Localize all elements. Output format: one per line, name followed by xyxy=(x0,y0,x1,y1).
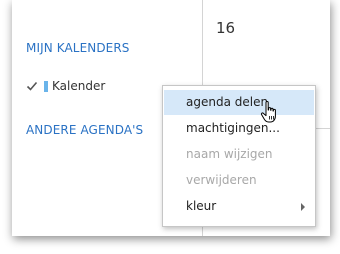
calendar-context-menu: agenda delen machtigingen... naam wijzig… xyxy=(162,85,316,227)
submenu-arrow-icon xyxy=(301,203,305,211)
calendar-color-swatch xyxy=(44,81,48,92)
screenshot-stage: MIJN KALENDERS Kalender ANDERE AGENDA'S … xyxy=(0,0,340,254)
menu-item-color-label[interactable]: kleur xyxy=(164,194,314,219)
menu-item-permissions[interactable]: machtigingen... xyxy=(164,116,314,141)
menu-item-delete: verwijderen xyxy=(186,173,257,187)
hand-cursor-icon xyxy=(260,101,276,123)
calendar-window: MIJN KALENDERS Kalender ANDERE AGENDA'S … xyxy=(12,0,330,236)
menu-item-rename: naam wijzigen xyxy=(186,147,273,161)
calendar-name: Kalender xyxy=(52,79,106,93)
my-calendars-heading[interactable]: MIJN KALENDERS xyxy=(26,41,130,55)
day-number[interactable]: 16 xyxy=(216,19,235,37)
other-calendars-heading[interactable]: ANDERE AGENDA'S xyxy=(26,123,143,137)
check-icon[interactable] xyxy=(26,80,38,92)
menu-item-share-calendar[interactable]: agenda delen xyxy=(164,90,314,115)
